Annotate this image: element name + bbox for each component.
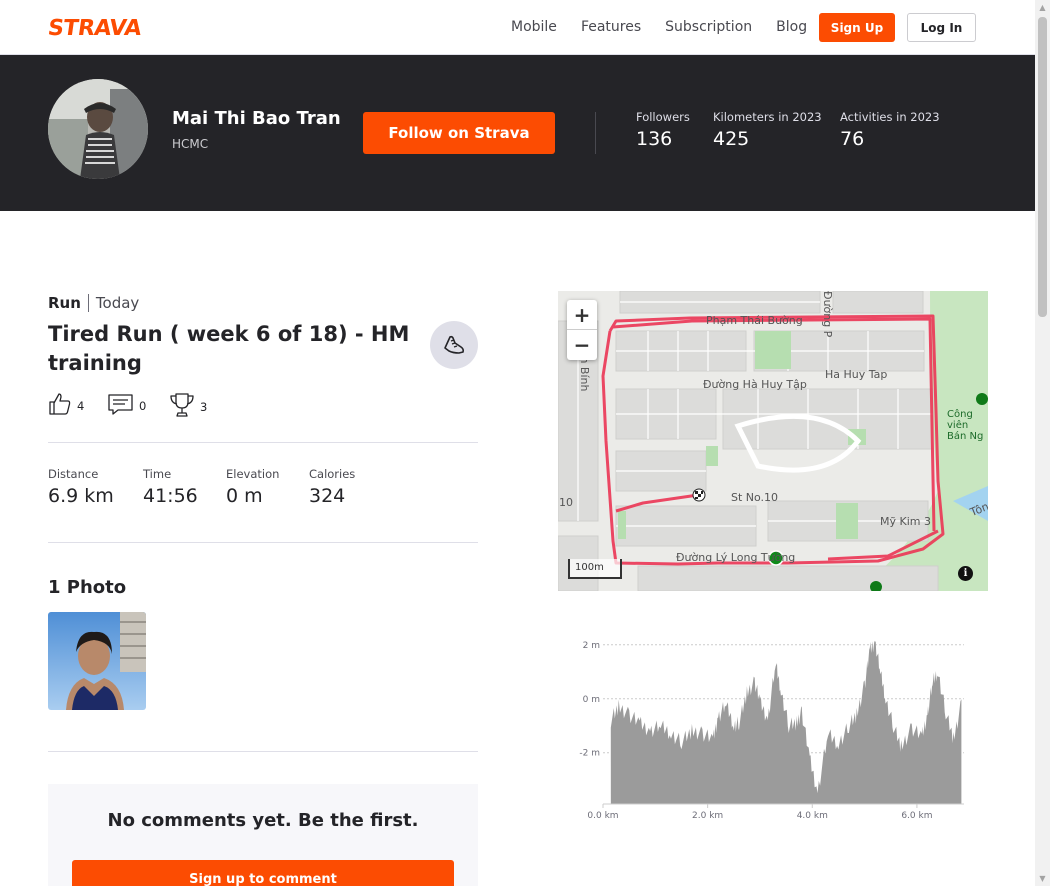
comments-button[interactable]: 0 [108,392,146,419]
stat-value: 324 [309,485,346,507]
x-tick-label: 0.0 km [587,811,618,821]
route-map[interactable]: Phạm Thái Bường Đường Hà Huy Tập Ha Huy … [558,291,988,591]
athlete-header: Mai Thi Bao Tran HCMC Follow on Strava F… [0,55,1035,211]
kudos-button[interactable]: 4 [48,392,84,419]
divider [48,542,478,543]
zoom-out-button[interactable]: − [567,330,597,360]
nav-link-blog[interactable]: Blog [776,19,807,35]
divider [48,751,478,752]
stat-label: Distance [48,467,99,481]
nav-links: Mobile Features Subscription Blog [511,19,807,35]
sign-up-button[interactable]: Sign Up [819,13,895,42]
y-tick-label: -2 m [579,749,600,759]
stat-activities: Activities in 2023 76 [840,110,940,150]
elevation-chart: 2 m 0 m -2 m 0.0 km 2.0 km 4.0 km 6.0 km [579,640,964,821]
log-in-button[interactable]: Log In [907,13,976,42]
athlete-avatar[interactable] [48,79,148,179]
comment-icon [108,392,134,419]
strava-logo[interactable]: STRAVA [46,16,142,41]
stat-value: 425 [713,128,750,150]
stat-value: 41:56 [143,485,198,507]
stat-label: Elevation [226,467,280,481]
stat-value: 136 [636,128,673,150]
map-scale: 100m [568,559,622,579]
stat-followers: Followers 136 [636,110,690,150]
achievement-count: 3 [200,399,208,414]
divider [48,442,478,443]
scroll-up-arrow-icon[interactable]: ▲ [1035,0,1050,15]
stat-value: 6.9 km [48,485,114,507]
follow-button[interactable]: Follow on Strava [363,112,555,154]
stat-value: 0 m [226,485,263,507]
header-divider [595,112,596,154]
x-tick-label: 6.0 km [901,811,932,821]
nav-link-features[interactable]: Features [581,19,641,35]
map-tiles [558,291,988,591]
stat-distance: Distance 6.9 km [48,467,114,507]
trophy-icon [169,392,195,421]
street-label: Đường Lý Long Tường [676,551,796,564]
street-label: Ha Huy Tap [825,368,888,381]
stat-kilometers: Kilometers in 2023 425 [713,110,822,150]
zoom-in-button[interactable]: + [567,300,597,330]
empty-comments-message: No comments yet. Be the first. [107,810,419,831]
park-label: Công viên Bán Ng [947,409,984,442]
athlete-name[interactable]: Mai Thi Bao Tran [172,108,341,129]
x-tick-label: 2.0 km [692,811,723,821]
shoe-icon[interactable] [430,321,478,369]
nav-link-mobile[interactable]: Mobile [511,19,557,35]
nav-link-subscription[interactable]: Subscription [665,19,752,35]
photos-heading: 1 Photo [48,577,127,598]
activity-date: Today [95,294,140,312]
stat-label: Calories [309,467,356,481]
achievements-button[interactable]: 3 [169,392,207,421]
zoom-control: + − [567,300,597,360]
elevation-area [610,640,962,804]
stat-time: Time 41:56 [143,467,198,507]
top-nav: STRAVA Mobile Features Subscription Blog… [0,0,1035,55]
street-label: Phạm Thái Bường [706,314,803,327]
street-label: St No.10 [731,491,779,504]
stat-label: Kilometers in 2023 [713,110,822,124]
stat-label: Followers [636,110,690,124]
thumbs-up-icon [48,392,72,419]
scroll-down-arrow-icon[interactable]: ▼ [1035,871,1050,886]
stat-value: 76 [840,128,865,150]
activity-type-row: Run Today [48,294,139,312]
activity-type: Run [48,294,81,312]
page-scrollbar[interactable]: ▲ ▼ [1035,0,1050,886]
stat-label: Activities in 2023 [840,110,940,124]
scroll-thumb[interactable] [1038,17,1047,317]
street-label: Mỹ Kim 3 [880,515,931,528]
stat-label: Time [143,467,172,481]
y-tick-label: 2 m [583,641,600,651]
athlete-location: HCMC [172,137,209,151]
comment-count: 0 [139,398,147,413]
sign-up-to-comment-button[interactable]: Sign up to comment [72,860,454,886]
activity-title: Tired Run ( week 6 of 18) - HM training [48,322,410,375]
activity-photo[interactable] [48,612,146,710]
street-label: 10 [559,496,573,509]
street-label: Đường P [821,291,834,338]
stat-calories: Calories 324 [309,467,355,507]
comments-panel: No comments yet. Be the first. Sign up t… [48,784,478,886]
info-icon[interactable]: i [958,566,973,581]
divider [87,294,89,312]
stat-elevation: Elevation 0 m [226,467,279,507]
x-tick-label: 4.0 km [797,811,828,821]
street-label: Đường Hà Huy Tập [703,378,807,391]
kudos-count: 4 [77,398,85,413]
y-tick-label: 0 m [583,695,600,705]
